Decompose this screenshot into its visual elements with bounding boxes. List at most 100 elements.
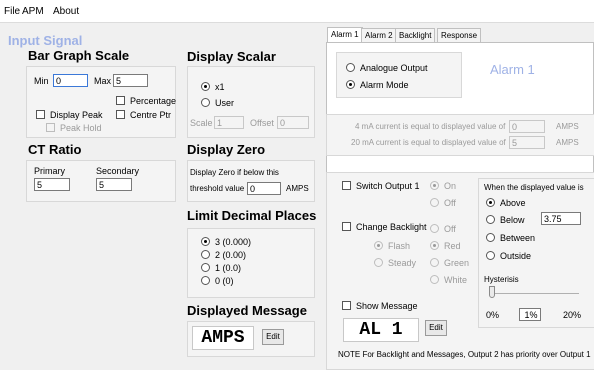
switch-off-radio[interactable] xyxy=(430,198,439,207)
hysteresis-value[interactable]: 1% xyxy=(519,308,541,321)
peak-hold-checkbox[interactable] xyxy=(46,123,55,132)
outside-radio[interactable] xyxy=(486,251,495,260)
ma20-text: 20 mA current is equal to displayed valu… xyxy=(351,138,506,147)
scalar-user-radio[interactable] xyxy=(201,98,210,107)
switch-output-label: Switch Output 1 xyxy=(356,181,420,191)
flash-label: Flash xyxy=(388,241,411,251)
decimal-3-label: 3 (0.000) xyxy=(215,237,252,247)
hysteresis-min: 0% xyxy=(486,310,500,320)
switch-on-radio[interactable] xyxy=(430,181,439,190)
threshold-unit: AMPS xyxy=(286,184,309,193)
ct-ratio-title: CT Ratio xyxy=(28,142,82,157)
tab-alarm-2[interactable]: Alarm 2 xyxy=(361,28,397,42)
peak-hold-label: Peak Hold xyxy=(60,123,102,133)
scale-input[interactable]: 1 xyxy=(214,116,244,129)
decimal-0-radio[interactable] xyxy=(201,276,210,285)
threshold-input[interactable]: 0 xyxy=(247,182,281,195)
menu-about[interactable]: About xyxy=(53,6,79,17)
secondary-input[interactable]: 5 xyxy=(96,178,132,191)
display-zero-text: Display Zero if below this xyxy=(190,168,279,177)
below-label: Below xyxy=(500,215,525,225)
above-radio[interactable] xyxy=(486,198,495,207)
below-input[interactable]: 3.75 xyxy=(541,212,581,225)
primary-label: Primary xyxy=(34,166,65,176)
decimal-1-radio[interactable] xyxy=(201,263,210,272)
offset-input[interactable]: 0 xyxy=(277,116,309,129)
secondary-label: Secondary xyxy=(96,166,140,176)
between-radio[interactable] xyxy=(486,233,495,242)
change-backlight-checkbox[interactable] xyxy=(342,222,351,231)
analogue-output-radio[interactable] xyxy=(346,63,355,72)
backlight-off-radio[interactable] xyxy=(430,224,439,233)
green-radio[interactable] xyxy=(430,258,439,267)
displayed-message-value: AMPS xyxy=(192,326,254,350)
steady-label: Steady xyxy=(388,258,417,268)
decimal-1-label: 1 (0.0) xyxy=(215,263,242,273)
alarm-message-edit-button[interactable]: Edit xyxy=(425,320,447,336)
threshold-label: threshold value xyxy=(190,184,245,193)
white-radio[interactable] xyxy=(430,275,439,284)
tab-backlight[interactable]: Backlight xyxy=(395,28,436,42)
centre-ptr-checkbox[interactable] xyxy=(116,110,125,119)
display-zero-title: Display Zero xyxy=(187,142,266,157)
condition-panel xyxy=(478,178,594,328)
hysteresis-slider[interactable] xyxy=(489,286,495,298)
ma4-input[interactable]: 0 xyxy=(509,120,545,133)
hysteresis-track xyxy=(489,293,579,294)
displayed-message-title: Displayed Message xyxy=(187,303,307,318)
between-label: Between xyxy=(500,233,536,243)
menu-bar: File APM About xyxy=(0,0,594,23)
red-radio[interactable] xyxy=(430,241,439,250)
ma4-unit: AMPS xyxy=(556,122,579,131)
offset-label: Offset xyxy=(250,118,274,128)
alarm-title: Alarm 1 xyxy=(490,62,535,77)
min-label: Min xyxy=(34,76,49,86)
limit-decimal-title: Limit Decimal Places xyxy=(187,208,317,223)
flash-radio[interactable] xyxy=(374,241,383,250)
hysteresis-label: Hysterisis xyxy=(484,275,519,284)
priority-note: NOTE For Backlight and Messages, Output … xyxy=(338,350,591,359)
backlight-off-label: Off xyxy=(444,224,456,234)
message-edit-button[interactable]: Edit xyxy=(262,329,284,345)
tab-response[interactable]: Response xyxy=(437,28,482,42)
decimal-0-label: 0 (0) xyxy=(215,276,234,286)
percentage-checkbox[interactable] xyxy=(116,96,125,105)
analogue-output-label: Analogue Output xyxy=(360,63,428,73)
ma-panel xyxy=(326,114,594,156)
steady-radio[interactable] xyxy=(374,258,383,267)
alarm-message-value: AL 1 xyxy=(343,318,419,342)
below-radio[interactable] xyxy=(486,215,495,224)
ma20-unit: AMPS xyxy=(556,138,579,147)
min-input[interactable]: 0 xyxy=(53,74,88,87)
display-peak-label: Display Peak xyxy=(50,110,103,120)
bar-graph-scale-title: Bar Graph Scale xyxy=(28,48,130,63)
change-backlight-label: Change Backlight xyxy=(356,222,427,232)
switch-on-label: On xyxy=(444,181,457,191)
red-label: Red xyxy=(444,241,461,251)
switch-output-checkbox[interactable] xyxy=(342,181,351,190)
display-scalar-title: Display Scalar xyxy=(187,49,276,64)
outside-label: Outside xyxy=(500,251,532,261)
centre-ptr-label: Centre Ptr xyxy=(130,110,172,120)
decimal-2-radio[interactable] xyxy=(201,250,210,259)
alarm-mode-radio[interactable] xyxy=(346,80,355,89)
menu-file[interactable]: File xyxy=(4,6,20,17)
primary-input[interactable]: 5 xyxy=(34,178,70,191)
scalar-user-label: User xyxy=(215,98,235,108)
tab-alarm-1[interactable]: Alarm 1 xyxy=(327,27,363,42)
decimal-3-radio[interactable] xyxy=(201,237,210,246)
hysteresis-max: 20% xyxy=(563,310,582,320)
max-input[interactable]: 5 xyxy=(113,74,148,87)
input-signal-title: Input Signal xyxy=(8,33,83,48)
output-mode-panel xyxy=(336,52,462,98)
scalar-x1-radio[interactable] xyxy=(201,82,210,91)
ma20-input[interactable]: 5 xyxy=(509,136,545,149)
percentage-label: Percentage xyxy=(130,96,177,106)
scalar-x1-label: x1 xyxy=(215,82,225,92)
switch-off-label: Off xyxy=(444,198,456,208)
when-label: When the displayed value is xyxy=(484,183,584,192)
display-peak-checkbox[interactable] xyxy=(36,110,45,119)
show-message-checkbox[interactable] xyxy=(342,301,351,310)
menu-apm[interactable]: APM xyxy=(22,6,44,17)
above-label: Above xyxy=(500,198,526,208)
